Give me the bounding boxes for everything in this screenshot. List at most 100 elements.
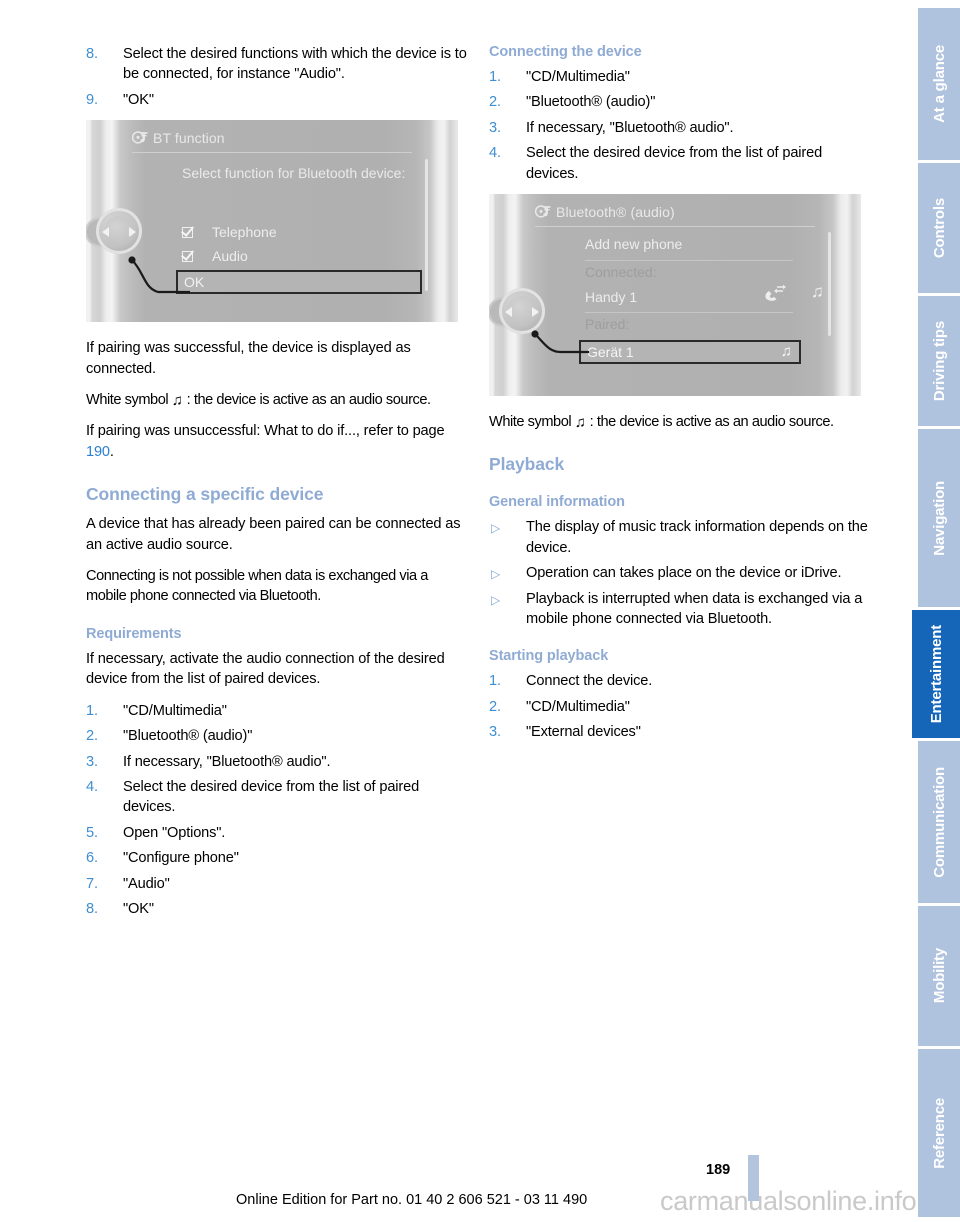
idrive-title-bar: BT function	[131, 129, 225, 147]
list-item: ▷ Playback is interrupted when data is ex…	[489, 589, 871, 630]
sidebar-item-controls[interactable]: Controls	[918, 163, 960, 293]
idrive-prompt: Select function for Bluetooth device:	[182, 165, 406, 182]
step-number: 8.	[86, 900, 98, 917]
step-number: 4.	[86, 778, 98, 795]
paragraph-white-symbol-right: White symbol ♫ : the device is active as…	[489, 412, 871, 432]
step-number: 1.	[86, 702, 98, 719]
music-note-icon: ♫	[780, 343, 792, 361]
idrive-option-telephone[interactable]: Telephone	[182, 224, 277, 240]
option-label: Telephone	[212, 224, 277, 241]
list-item: 8. "OK"	[86, 899, 468, 919]
step-text: "Bluetooth® (audio)"	[526, 94, 656, 111]
cd-multimedia-icon	[131, 131, 149, 145]
sidebar-item-driving-tips[interactable]: Driving tips	[918, 296, 960, 426]
idrive-scrollbar[interactable]	[828, 232, 831, 337]
list-item: 2. "Bluetooth® (audio)"	[86, 726, 468, 746]
step-text: "CD/Multimedia"	[526, 698, 630, 715]
sidebar-item-mobility[interactable]: Mobility	[918, 906, 960, 1046]
step-text: "Audio"	[123, 875, 170, 892]
bullet-text: Playback is interrupted when data is exc…	[526, 590, 863, 628]
paragraph-pairing-successful: If pairing was successful, the device is…	[86, 340, 411, 377]
paragraph-pairing-unsuccessful: If pairing was unsuccessful: What to do …	[86, 421, 468, 462]
heading-connecting-the-device: Connecting the device	[489, 44, 642, 60]
phone-handset-icon	[763, 282, 787, 307]
step-text: "OK"	[123, 900, 154, 917]
step-text: If necessary, "Bluetooth® audio".	[123, 753, 331, 770]
list-item: 2. "CD/Multimedia"	[489, 697, 871, 717]
list-item: 1. Connect the device.	[489, 671, 871, 691]
idrive-ok-button[interactable]: OK	[176, 270, 422, 295]
page-number: 189	[706, 1162, 731, 1178]
sidebar-item-reference[interactable]: Reference	[918, 1049, 960, 1217]
idrive-divider	[585, 260, 793, 262]
heading-requirements: Requirements	[86, 625, 182, 642]
controller-left-arrow-icon	[505, 307, 512, 318]
idrive-entry-handy-1[interactable]: Handy 1	[585, 289, 637, 305]
heading-general-information: General information	[489, 494, 625, 511]
sidebar-item-communication[interactable]: Communication	[918, 741, 960, 903]
idrive-scrollbar[interactable]	[425, 159, 428, 292]
left-column: 8. Select the desired functions with whi…	[86, 44, 468, 929]
heading-playback: Playback	[489, 454, 565, 475]
step-number: 2.	[489, 698, 501, 715]
idrive-title-rule	[132, 152, 412, 154]
triangle-bullet-icon: ▷	[491, 521, 501, 536]
step-number: 6.	[86, 850, 98, 867]
idrive-title-text: BT function	[153, 130, 225, 147]
idrive-divider	[585, 312, 793, 314]
cd-multimedia-icon	[534, 205, 552, 219]
sidebar-item-entertainment[interactable]: Entertainment	[912, 610, 960, 738]
paragraph-white-symbol: White symbol ♫ : the device is active as…	[86, 390, 468, 410]
ok-button-label: OK	[184, 274, 205, 291]
step-number: 3.	[489, 724, 501, 741]
checkbox-checked-icon[interactable]	[182, 251, 193, 263]
checkbox-checked-icon[interactable]	[182, 227, 193, 239]
white-symbol-suffix: : the device is active as an audio sourc…	[589, 414, 834, 431]
requirements-steps-list: 1. "CD/Multimedia" 2. "Bluetooth® (audio)"…	[86, 701, 468, 920]
idrive-entry-geraet-1-selected[interactable]: Gerät 1 ♫	[579, 340, 801, 365]
general-information-bullet-list: ▷ The display of music track information …	[489, 517, 871, 629]
step-text: "External devices"	[526, 724, 641, 741]
option-label: Audio	[212, 248, 248, 265]
triangle-bullet-icon: ▷	[491, 567, 501, 582]
list-item: 7. "Audio"	[86, 874, 468, 894]
list-item: 4. Select the desired device from the lis…	[86, 777, 468, 818]
idrive-screen: Bluetooth® (audio) Add new phone Connect…	[531, 194, 849, 396]
idrive-entry-add-new-phone[interactable]: Add new phone	[585, 236, 682, 252]
step-number: 3.	[86, 753, 98, 770]
footer-edition-note: Online Edition for Part no. 01 40 2 606 …	[236, 1192, 588, 1208]
triangle-bullet-icon: ▷	[491, 592, 501, 607]
white-symbol-suffix: : the device is active as an audio sourc…	[186, 392, 431, 409]
tab-label: Controls	[930, 197, 948, 259]
step-number: 3.	[489, 119, 501, 136]
step-text: "CD/Multimedia"	[123, 702, 227, 719]
list-item: 9. "OK"	[86, 90, 468, 110]
list-item: 3. "External devices"	[489, 722, 871, 742]
step-number: 5.	[86, 824, 98, 841]
page-marker-bar	[748, 1155, 759, 1201]
page-reference-link[interactable]: 190	[86, 444, 110, 460]
sidebar-item-at-a-glance[interactable]: At a glance	[918, 8, 960, 160]
paragraph-specific-2: Connecting is not possible when data is …	[86, 568, 428, 605]
step-text: Select the desired device from the list …	[526, 145, 823, 182]
list-item: ▷ The display of music track information …	[489, 517, 871, 558]
sidebar-item-navigation[interactable]: Navigation	[918, 429, 960, 607]
list-item: 2. "Bluetooth® (audio)"	[489, 92, 871, 112]
idrive-screenshot-bt-function: BT function Select function for Bluetoot…	[86, 120, 458, 323]
tab-label: Reference	[930, 1097, 948, 1169]
step-text: "Bluetooth® (audio)"	[123, 728, 253, 745]
tab-label: Navigation	[930, 480, 948, 556]
selected-entry-label: Gerät 1	[587, 344, 634, 361]
tab-label: At a glance	[930, 45, 948, 123]
list-item: 5. Open "Options".	[86, 823, 468, 843]
steps-top-list: 8. Select the desired functions with whi…	[86, 44, 468, 110]
step-number: 1.	[489, 69, 501, 85]
step-number: 9.	[86, 91, 98, 108]
step-text: Select the desired device from the list …	[123, 778, 420, 816]
right-column: Connecting the device 1. "CD/Multimedia" …	[489, 44, 871, 753]
list-item: 6. "Configure phone"	[86, 848, 468, 868]
controller-right-arrow-icon	[532, 307, 539, 318]
idrive-option-audio[interactable]: Audio	[182, 248, 248, 264]
step-number: 8.	[86, 46, 98, 62]
step-text: Open "Options".	[123, 824, 226, 841]
